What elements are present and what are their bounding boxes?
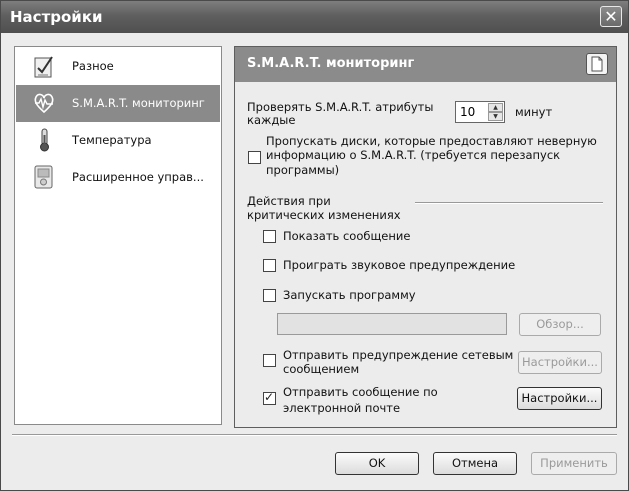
apply-button[interactable]: Применить (531, 452, 617, 475)
skip-disks-label-2: информацию о S.M.A.R.T. (требуется перез… (266, 148, 561, 162)
interval-unit: минут (515, 105, 553, 119)
section-divider (415, 202, 603, 204)
check-interval-label-2: каждые (247, 113, 296, 127)
email-alert-label-1: Отправить сообщение по (283, 385, 438, 399)
cancel-button[interactable]: Отмена (433, 452, 517, 475)
play-sound-checkbox[interactable] (263, 259, 276, 272)
show-message-checkbox[interactable] (263, 230, 276, 243)
panel-title: S.M.A.R.T. мониторинг (247, 56, 415, 71)
device-icon (34, 165, 53, 189)
check-interval-label: Проверять S.M.A.R.T. атрибуты (247, 100, 434, 114)
checklist-icon (34, 56, 53, 78)
email-alert-checkbox[interactable] (263, 390, 276, 405)
skip-disks-label-1: Пропускать диски, которые предоставляют … (266, 134, 597, 148)
net-alert-label-2: сообщением (283, 362, 360, 376)
sidebar-item-smart[interactable]: S.M.A.R.T. мониторинг (16, 85, 220, 122)
sidebar-item-label: Температура (72, 133, 152, 147)
document-icon (591, 56, 603, 72)
actions-heading-2: критических изменениях (247, 208, 401, 222)
net-alert-label-1: Отправить предупреждение сетевым (283, 348, 514, 362)
show-message-label: Показать сообщение (283, 229, 411, 243)
skip-disks-checkbox[interactable] (248, 151, 261, 164)
help-document-button[interactable] (586, 53, 608, 75)
footer-divider (12, 434, 617, 436)
window-title: Настройки (10, 8, 103, 26)
sidebar-item-misc[interactable]: Разное (16, 48, 220, 85)
close-icon: ✕ (604, 7, 618, 26)
stepper-arrows[interactable]: ▲ ▼ (488, 103, 503, 121)
ok-button[interactable]: OK (335, 452, 419, 475)
decrement-button[interactable]: ▼ (488, 112, 503, 121)
title-bar[interactable]: Настройки ✕ (1, 1, 628, 33)
smart-settings-panel: S.M.A.R.T. мониторинг Проверять S.M.A.R.… (234, 46, 617, 428)
play-sound-label: Проиграть звуковое предупреждение (283, 258, 516, 272)
run-program-label: Запускать программу (283, 288, 416, 302)
panel-header: S.M.A.R.T. мониторинг (235, 47, 616, 82)
net-alert-checkbox[interactable] (263, 354, 276, 367)
email-settings-button[interactable]: Настройки... (517, 387, 602, 410)
net-settings-button[interactable]: Настройки... (518, 351, 602, 374)
close-button[interactable]: ✕ (600, 6, 622, 27)
sidebar-item-label: Расширенное управ... (72, 170, 204, 184)
settings-category-list: Разное S.M.A.R.T. мониторинг Температура (14, 46, 222, 425)
settings-window: Настройки ✕ Разное S.M.A.R.T. мониторинг (0, 0, 629, 491)
increment-button[interactable]: ▲ (488, 103, 503, 112)
heartbeat-icon (34, 93, 54, 114)
actions-heading: Действия при (247, 194, 331, 208)
interval-value: 10 (460, 105, 476, 119)
sidebar-item-label: Разное (72, 59, 114, 73)
program-path-input[interactable] (277, 313, 507, 335)
skip-disks-label-3: программы) (266, 163, 340, 177)
run-program-checkbox[interactable] (263, 289, 276, 302)
interval-stepper[interactable]: 10 ▲ ▼ (455, 101, 505, 123)
sidebar-item-temperature[interactable]: Температура (16, 122, 220, 159)
email-alert-label-2: электронной почте (283, 401, 401, 415)
browse-button[interactable]: Обзор... (519, 313, 601, 336)
thermometer-icon (40, 128, 49, 152)
sidebar-item-advanced[interactable]: Расширенное управ... (16, 159, 220, 196)
sidebar-item-label: S.M.A.R.T. мониторинг (72, 96, 205, 110)
